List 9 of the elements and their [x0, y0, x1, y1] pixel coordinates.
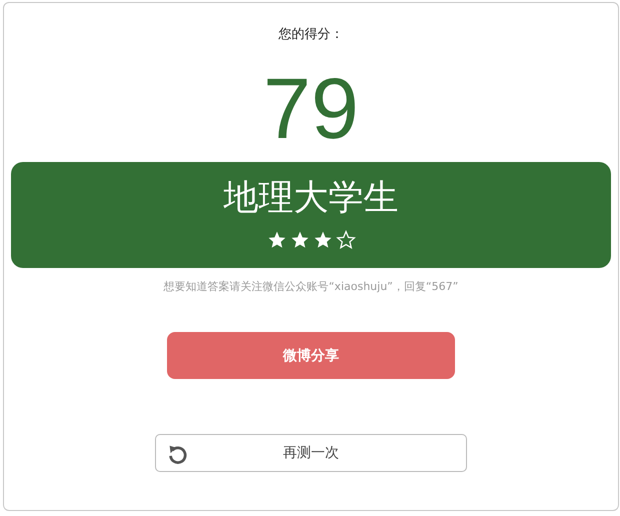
filled-star-icon	[290, 230, 310, 250]
score-value: 79	[263, 60, 359, 159]
empty-star-icon	[336, 230, 356, 250]
result-label: 地理大学生	[224, 177, 398, 220]
filled-star-icon	[312, 230, 332, 250]
retry-button[interactable]: 再测一次	[155, 434, 467, 472]
filled-star-icon	[266, 230, 286, 250]
score-title: 您的得分：	[278, 26, 344, 44]
hint-text: 想要知道答案请关注微信公众账号“xiaoshuju”，回复“567”	[164, 279, 458, 294]
